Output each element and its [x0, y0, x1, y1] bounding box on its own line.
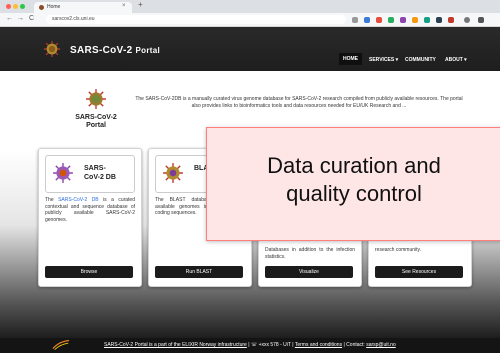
see-resources-button[interactable]: See Resources: [375, 266, 463, 278]
nav-home[interactable]: HOME: [339, 53, 362, 65]
nav-about[interactable]: ABOUT ▾: [445, 57, 467, 63]
hero-title: SARS-CoV-2 Portal: [63, 114, 129, 130]
browser-tab[interactable]: Home ×: [34, 2, 132, 13]
brand-main: SARS-CoV-2: [70, 45, 136, 56]
reload-icon[interactable]: C: [29, 15, 34, 22]
extension-icon[interactable]: [412, 17, 418, 23]
address-bar: ← → C sarscov2.cls.uni.eu: [0, 13, 500, 27]
maximize-window-dot[interactable]: [20, 4, 25, 9]
overlay-callout: Data curation and quality control: [206, 127, 500, 241]
browser-menu-icon[interactable]: [478, 17, 484, 23]
extension-icon[interactable]: [376, 17, 382, 23]
card-text-prefix: The: [45, 197, 59, 203]
virus-icon: [163, 163, 183, 183]
card-title-line2: CoV-2 DB: [84, 174, 116, 181]
forward-icon[interactable]: →: [17, 15, 24, 22]
brand-small: Portal: [135, 46, 161, 55]
site-brand[interactable]: SARS-CoV-2 Portal: [70, 45, 160, 56]
card-description: research community.: [375, 247, 422, 253]
extension-icon[interactable]: [424, 17, 430, 23]
hero-title-line2: Portal: [86, 122, 106, 129]
hero-title-line1: SARS-CoV-2: [75, 114, 117, 121]
extension-icon[interactable]: [448, 17, 454, 23]
callout-line2: quality control: [286, 181, 422, 206]
browse-button[interactable]: Browse: [45, 266, 133, 278]
card-header: SARS- CoV-2 DB: [45, 155, 135, 193]
visualize-button[interactable]: Visualize: [265, 266, 353, 278]
footer-terms-link[interactable]: Terms and conditions: [295, 342, 342, 348]
card-title: SARS- CoV-2 DB: [84, 164, 116, 182]
footer-phone: ☏ +xxx 578 - UiT: [250, 342, 291, 348]
minimize-window-dot[interactable]: [13, 4, 18, 9]
browser-tab-bar: Home × +: [0, 0, 500, 13]
nav-services[interactable]: SERVICES ▾: [369, 57, 398, 63]
card-sars-cov-2-db: SARS- CoV-2 DB The SARS-CoV-2 DB is a cu…: [38, 148, 142, 287]
footer-text: SARS-CoV-2 Portal is a part of the ELIXI…: [104, 342, 396, 348]
bookmark-icon[interactable]: [352, 17, 358, 23]
card-title-line1: SARS-: [84, 165, 106, 172]
extension-icon[interactable]: [400, 17, 406, 23]
nav-community[interactable]: COMMUNITY: [405, 57, 436, 63]
footer-elixir-link[interactable]: SARS-CoV-2 Portal is a part of the ELIXI…: [104, 342, 247, 348]
card-description: Databases in addition to the infection s…: [265, 247, 355, 260]
profile-avatar[interactable]: [464, 17, 470, 23]
footer-email-link[interactable]: sarsp@uit.no: [366, 342, 396, 348]
extension-icon[interactable]: [364, 17, 370, 23]
callout-line1: Data curation and: [267, 153, 441, 178]
callout-text: Data curation and quality control: [207, 152, 500, 208]
url-field[interactable]: sarscov2.cls.uni.eu: [46, 15, 346, 24]
elixir-logo-icon: [52, 339, 70, 350]
intro-text: The SARS-CoV-2DB is a manually curated v…: [135, 96, 463, 109]
card-description: The SARS-CoV-2 DB is a curated contextua…: [45, 197, 135, 223]
favicon-icon: [39, 5, 44, 10]
card-inline-link[interactable]: SARS-CoV-2 DB: [58, 197, 99, 203]
virus-hero-icon: [86, 89, 106, 109]
close-window-dot[interactable]: [6, 4, 11, 9]
footer-contact-label: Contact:: [346, 342, 367, 348]
virus-icon: [53, 163, 73, 183]
extension-icon[interactable]: [388, 17, 394, 23]
tab-title: Home: [47, 4, 61, 10]
run-blast-button[interactable]: Run BLAST: [155, 266, 243, 278]
back-icon[interactable]: ←: [6, 15, 13, 22]
virus-logo-icon: [43, 40, 61, 58]
new-tab-icon[interactable]: +: [138, 0, 143, 9]
tab-close-icon[interactable]: ×: [122, 3, 126, 9]
extension-icon[interactable]: [436, 17, 442, 23]
